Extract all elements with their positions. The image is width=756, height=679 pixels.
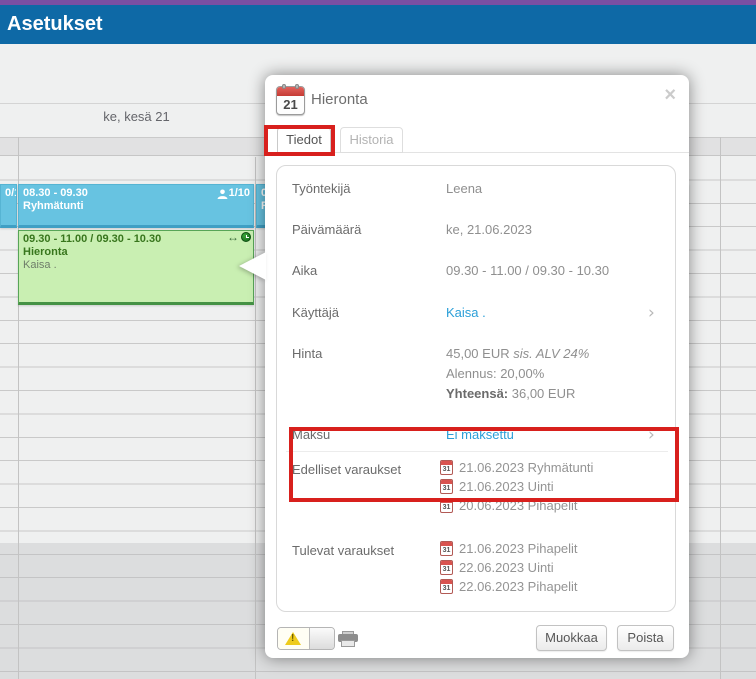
user-link[interactable]: Kaisa . (446, 305, 486, 320)
date-label: Päivämäärä (292, 222, 362, 237)
upcoming-bookings-label: Tulevat varaukset (292, 543, 395, 558)
price-label: Hinta (292, 346, 323, 361)
event-time: 09.30 - 11.00 / 09.30 - 10.30 (23, 233, 162, 245)
warning-toggle[interactable]: ! (277, 627, 335, 650)
user-label: Käyttäjä (292, 305, 339, 320)
booking-details-modal: 21 Hieronta × Tiedot Historia Työntekijä… (264, 75, 689, 658)
status-clock-icon (241, 232, 251, 242)
price-vat-note: sis. ALV 24% (513, 346, 590, 361)
time-label: Aika (292, 263, 318, 278)
calendar-column-divider (720, 137, 721, 679)
event-time: 08.30 - 09.30 (23, 187, 88, 199)
chevron-right-icon[interactable]: › (648, 303, 655, 323)
details-panel: Työntekijä Leena Päivämäärä ke, 21.06.20… (276, 165, 679, 612)
booking-item[interactable]: 31 22.06.2023 Pihapelit (440, 579, 578, 594)
mini-calendar-icon: 31 (440, 541, 453, 556)
event-ryhmatunti[interactable]: 08.30 - 09.30 Ryhmätunti 1/10 (18, 184, 254, 228)
resize-horizontal-icon: ↔ (227, 230, 239, 244)
event-title: Ryhmätunti (23, 200, 84, 212)
calendar-day-header[interactable]: ke, kesä 21 (18, 109, 255, 124)
modal-title: Hieronta (311, 91, 368, 108)
mini-calendar-icon: 31 (440, 560, 453, 575)
calendar-date-icon: 21 (276, 84, 305, 115)
event-capacity: 1/10 (228, 187, 250, 199)
date-value: ke, 21.06.2023 (446, 222, 533, 237)
toggle-handle[interactable] (309, 628, 334, 649)
event-hieronta[interactable]: 09.30 - 11.00 / 09.30 - 10.30 Hieronta K… (18, 230, 254, 305)
price-base: 45,00 EUR sis. ALV 24% (446, 346, 590, 361)
tab-history[interactable]: Historia (340, 127, 403, 153)
calendar-column-divider (255, 157, 256, 679)
price-discount: Alennus: 20,00% (446, 366, 545, 381)
person-icon (217, 189, 227, 199)
event-capacity: 0/10 (5, 187, 16, 199)
event-partial-left[interactable]: 0/10 (0, 184, 17, 228)
close-icon[interactable]: × (664, 85, 676, 105)
mini-calendar-icon: 31 (440, 579, 453, 594)
app-header-bar: Asetukset (0, 5, 756, 44)
annotation-box-details-tab (264, 125, 335, 156)
booking-item[interactable]: 31 21.06.2023 Pihapelit (440, 541, 578, 556)
print-icon[interactable] (338, 631, 358, 648)
time-value: 09.30 - 11.00 / 09.30 - 10.30 (446, 263, 610, 278)
modal-callout-arrow (239, 252, 266, 280)
employee-value: Leena (446, 181, 483, 196)
event-customer: Kaisa . (23, 259, 57, 271)
booking-item[interactable]: 31 22.06.2023 Uinti (440, 560, 554, 575)
page-title: Asetukset (7, 13, 103, 35)
edit-button[interactable]: Muokkaa (536, 625, 607, 651)
price-total: Yhteensä: 36,00 EUR (446, 386, 576, 401)
delete-button[interactable]: Poista (617, 625, 674, 651)
employee-label: Työntekijä (292, 181, 351, 196)
event-title: Hieronta (23, 246, 68, 258)
annotation-box-price (289, 427, 679, 502)
